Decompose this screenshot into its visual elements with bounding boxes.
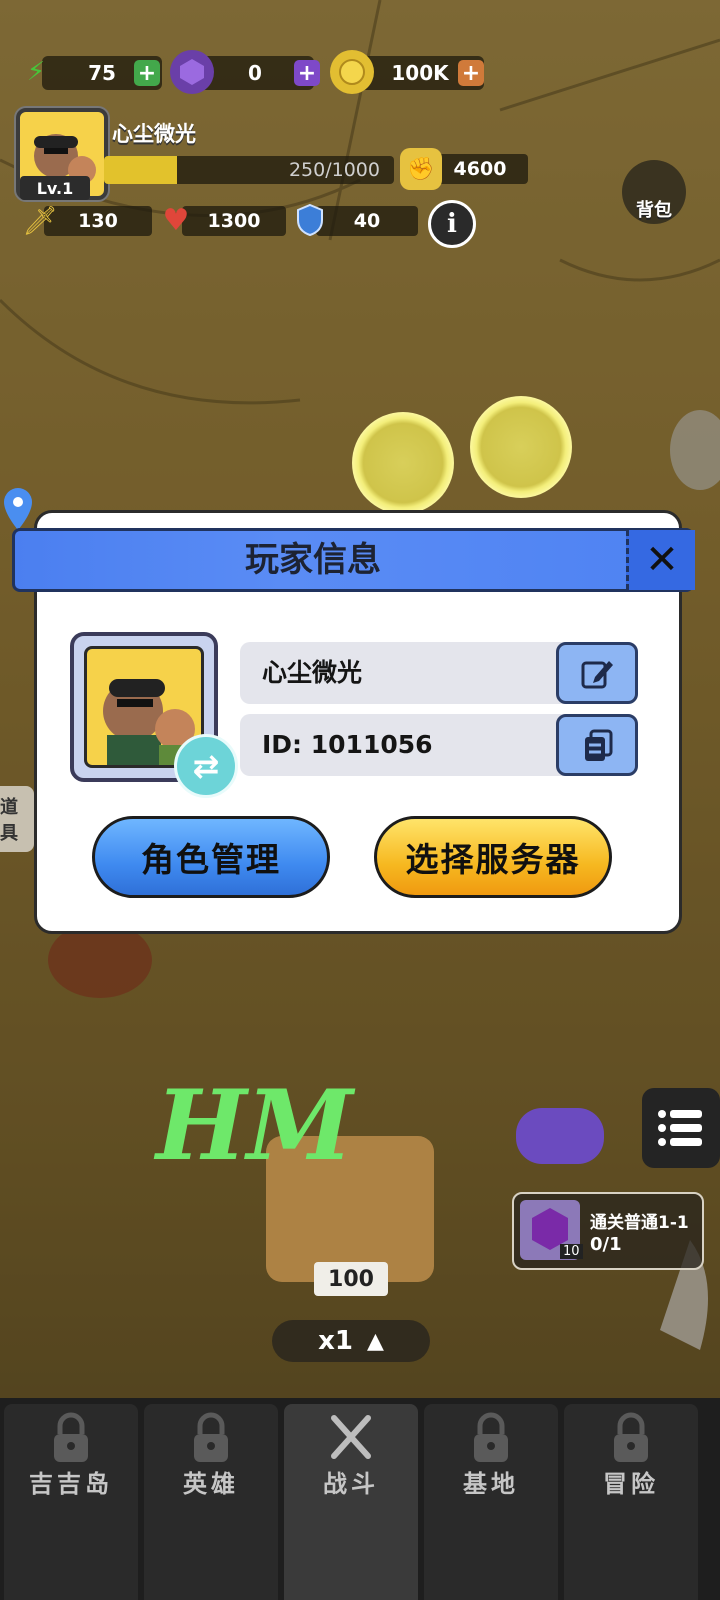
- id-field: ID: 1011056: [240, 714, 638, 776]
- gem-value: 0: [248, 61, 262, 85]
- dialog-title: 玩家信息: [245, 540, 381, 580]
- quest-progress: 0/1: [590, 1234, 622, 1255]
- lock-icon: [614, 1412, 648, 1462]
- bag-button[interactable]: 背包: [622, 160, 686, 224]
- power-value: 4600: [432, 154, 528, 184]
- nav-item-1[interactable]: 吉吉岛: [4, 1404, 138, 1600]
- lightning-icon: ⚡: [26, 57, 46, 87]
- bag-label: 背包: [636, 200, 672, 221]
- nav-label: 战斗: [323, 1470, 379, 1498]
- add-energy-button[interactable]: +: [134, 60, 160, 86]
- defense-value: 40: [353, 210, 381, 232]
- nav-label: 英雄: [183, 1470, 239, 1498]
- side-tab-items[interactable]: 道具: [0, 786, 34, 852]
- list-icon: [658, 1110, 702, 1146]
- nav-label: 吉吉岛: [29, 1470, 113, 1498]
- quest-tracker[interactable]: 10 通关普通1-1 0/1: [512, 1192, 704, 1270]
- add-gems-button[interactable]: +: [294, 60, 320, 86]
- lock-icon: [474, 1412, 508, 1462]
- lock-icon: [194, 1412, 228, 1462]
- info-button[interactable]: i: [428, 200, 476, 248]
- swap-avatar-button[interactable]: ⇄: [174, 734, 238, 798]
- nav-label: 基地: [463, 1470, 519, 1498]
- exp-bar: 250/1000: [104, 156, 394, 184]
- menu-button[interactable]: [642, 1088, 720, 1168]
- select-server-button[interactable]: 选择服务器: [374, 816, 612, 898]
- close-icon: ✕: [645, 537, 679, 583]
- select-server-label: 选择服务器: [405, 840, 581, 879]
- speed-label: x1: [318, 1326, 353, 1356]
- watermark: HM: [156, 1069, 353, 1182]
- nav-item-3[interactable]: 战斗: [284, 1404, 418, 1600]
- edit-name-button[interactable]: [556, 642, 638, 704]
- add-coins-button[interactable]: +: [458, 60, 484, 86]
- nav-item-2[interactable]: 英雄: [144, 1404, 278, 1600]
- copy-icon: [585, 729, 613, 761]
- role-management-button[interactable]: 角色管理: [92, 816, 330, 898]
- lock-icon: [54, 1412, 88, 1462]
- name-field: 心尘微光: [240, 642, 638, 704]
- crossed-swords-icon: [331, 1415, 371, 1459]
- fist-icon: ✊: [400, 148, 442, 190]
- hp-value: 1300: [207, 210, 261, 232]
- player-level: Lv.1: [20, 176, 90, 200]
- floating-coin: [352, 412, 454, 514]
- edit-icon: [581, 661, 613, 689]
- speed-arrow-icon: ▲: [366, 1328, 384, 1354]
- power-text: 4600: [453, 158, 507, 180]
- nav-item-4[interactable]: 基地: [424, 1404, 558, 1600]
- nav-label: 冒险: [603, 1470, 659, 1498]
- reward-count: 10: [560, 1244, 583, 1259]
- coin-icon: [330, 50, 374, 94]
- role-management-label: 角色管理: [141, 840, 281, 879]
- info-icon: i: [447, 209, 457, 239]
- attack-value: 130: [78, 210, 118, 232]
- energy-value: 75: [88, 61, 116, 85]
- close-button[interactable]: ✕: [626, 530, 695, 590]
- copy-id-button[interactable]: [556, 714, 638, 776]
- heart-icon: ♥: [162, 202, 190, 238]
- coin-value: 100K: [391, 61, 449, 85]
- side-tab-label: 道具: [0, 797, 18, 844]
- profile-name: 心尘微光: [262, 658, 363, 687]
- sword-icon: 🗡: [22, 203, 58, 237]
- speed-toggle[interactable]: x1 ▲: [272, 1320, 430, 1362]
- exp-text: 250/1000: [288, 159, 380, 181]
- player-name: 心尘微光: [112, 122, 196, 146]
- swap-icon: ⇄: [192, 747, 220, 785]
- exp-bar-fill: [104, 156, 177, 184]
- nav-item-5[interactable]: 冒险: [564, 1404, 698, 1600]
- gem-icon: [170, 50, 214, 94]
- shield-icon: [288, 198, 332, 242]
- profile-id: ID: 1011056: [262, 730, 433, 759]
- crate-count: 100: [314, 1262, 388, 1296]
- dialog-header: 玩家信息: [12, 528, 694, 592]
- floating-coin: [470, 396, 572, 498]
- quest-title: 通关普通1-1: [590, 1213, 689, 1233]
